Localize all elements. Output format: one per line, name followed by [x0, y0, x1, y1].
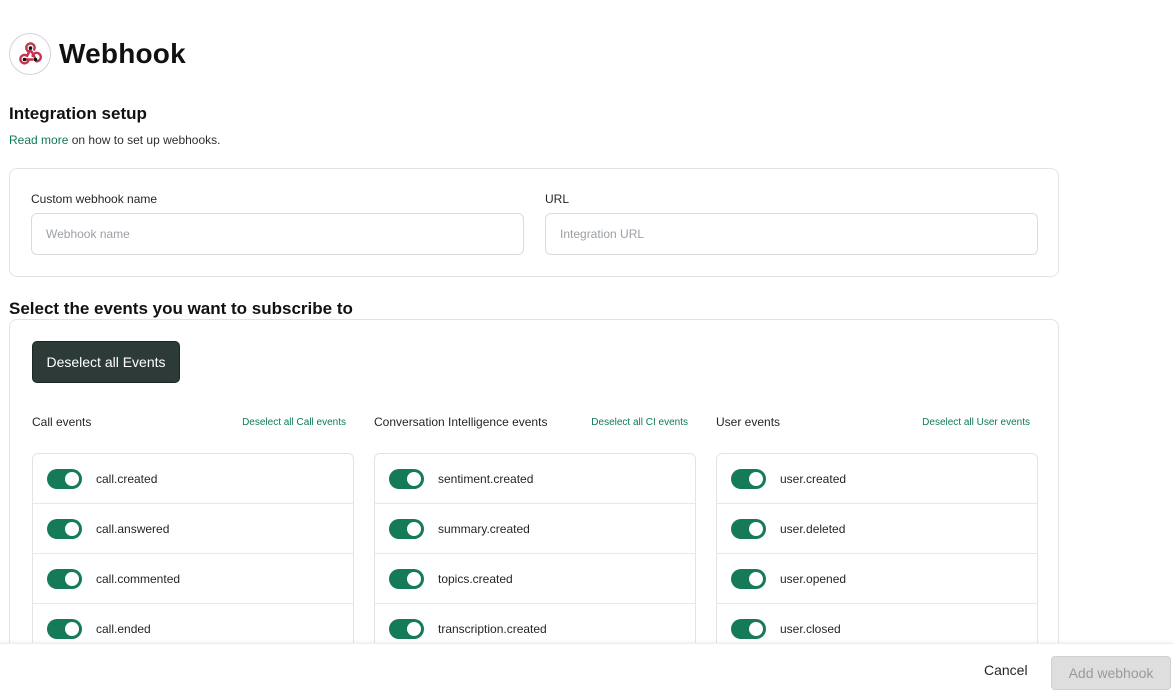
user-events-header: User events Deselect all User events: [716, 415, 1038, 429]
events-section-title: Select the events you want to subscribe …: [9, 299, 353, 318]
list-item: user.opened: [717, 554, 1037, 604]
ci-events-header: Conversation Intelligence events Deselec…: [374, 415, 696, 429]
list-item: call.answered: [33, 504, 353, 554]
deselect-user-events-link[interactable]: Deselect all User events: [922, 417, 1030, 428]
events-card: Deselect all Events Call events Deselect…: [9, 319, 1059, 659]
user-events-list: user.created user.deleted user.opened us…: [716, 453, 1038, 654]
list-item: user.deleted: [717, 504, 1037, 554]
webhook-name-input[interactable]: [31, 213, 524, 255]
event-toggle[interactable]: [731, 518, 766, 539]
cancel-button[interactable]: Cancel: [976, 654, 1036, 686]
event-toggle[interactable]: [389, 568, 424, 589]
help-text: Read more on how to set up webhooks.: [9, 133, 220, 147]
event-label: transcription.created: [438, 622, 547, 636]
deselect-all-events-button[interactable]: Deselect all Events: [32, 341, 180, 383]
call-events-header: Call events Deselect all Call events: [32, 415, 354, 429]
list-item: call.created: [33, 454, 353, 504]
event-label: sentiment.created: [438, 471, 534, 486]
event-label: user.created: [780, 471, 847, 486]
footer-bar: Cancel Add webhook: [0, 643, 1173, 694]
setup-section-title: Integration setup: [9, 104, 147, 123]
deselect-call-events-link[interactable]: Deselect all Call events: [242, 417, 346, 428]
webhook-name-label: Custom webhook name: [31, 192, 158, 206]
list-item: summary.created: [375, 504, 695, 554]
event-toggle[interactable]: [47, 468, 82, 489]
help-description: on how to set up webhooks.: [68, 133, 221, 147]
url-input[interactable]: [545, 213, 1038, 255]
event-label: call.created: [96, 471, 158, 486]
list-item: user.created: [717, 454, 1037, 504]
column-title: Call events: [32, 415, 92, 429]
list-item: topics.created: [375, 554, 695, 604]
event-toggle[interactable]: [47, 568, 82, 589]
webhook-icon: [9, 33, 51, 75]
event-label: call.ended: [96, 622, 151, 636]
event-toggle[interactable]: [389, 518, 424, 539]
page-header: Webhook: [9, 33, 186, 75]
event-label: user.closed: [780, 622, 841, 636]
read-more-link[interactable]: Read more: [9, 133, 68, 147]
event-toggle[interactable]: [731, 619, 766, 639]
setup-card: Custom webhook name URL: [9, 168, 1059, 277]
event-toggle[interactable]: [47, 518, 82, 539]
list-item: sentiment.created: [375, 454, 695, 504]
event-toggle[interactable]: [389, 619, 424, 639]
event-toggle[interactable]: [389, 468, 424, 489]
app-title: Webhook: [59, 38, 186, 69]
add-webhook-button[interactable]: Add webhook: [1051, 656, 1171, 690]
event-label: topics.created: [438, 571, 513, 586]
deselect-ci-events-link[interactable]: Deselect all CI events: [591, 417, 688, 428]
url-label: URL: [545, 192, 570, 206]
column-title: User events: [716, 415, 781, 429]
event-label: summary.created: [438, 521, 530, 536]
event-label: user.opened: [780, 571, 847, 586]
call-events-list: call.created call.answered call.commente…: [32, 453, 354, 654]
ci-events-list: sentiment.created summary.created topics…: [374, 453, 696, 654]
event-label: user.deleted: [780, 521, 846, 536]
list-item: call.commented: [33, 554, 353, 604]
event-toggle[interactable]: [731, 468, 766, 489]
event-toggle[interactable]: [731, 568, 766, 589]
event-label: call.commented: [96, 571, 181, 586]
column-title: Conversation Intelligence events: [374, 415, 548, 429]
event-toggle[interactable]: [47, 619, 82, 639]
event-label: call.answered: [96, 521, 170, 536]
